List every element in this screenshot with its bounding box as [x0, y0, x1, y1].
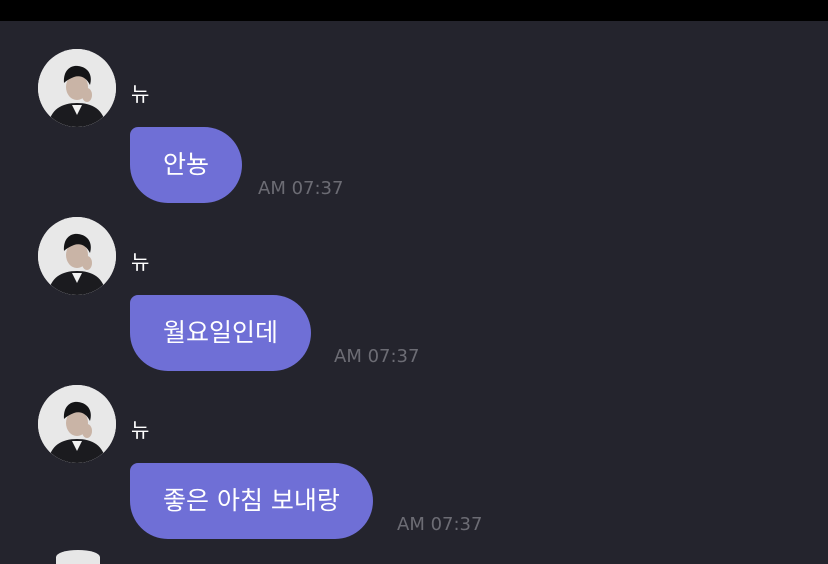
avatar[interactable] [38, 217, 116, 295]
sender-name: 뉴 [131, 82, 150, 106]
profile-photo-icon [38, 385, 116, 463]
sender-name: 뉴 [131, 250, 150, 274]
message-bubble[interactable]: 안뇽 [130, 127, 243, 203]
profile-photo-icon [38, 49, 116, 127]
avatar[interactable] [38, 49, 116, 127]
message-bubble[interactable]: 월요일인데 [130, 295, 312, 371]
message-timestamp: AM 07:37 [397, 514, 483, 535]
message-timestamp: AM 07:37 [334, 346, 420, 367]
sender-name: 뉴 [131, 418, 150, 442]
profile-photo-icon [38, 217, 116, 295]
avatar[interactable] [56, 550, 100, 564]
avatar[interactable] [38, 385, 116, 463]
message-timestamp: AM 07:37 [258, 178, 344, 199]
status-bar [0, 0, 828, 21]
message-bubble[interactable]: 좋은 아침 보내랑 [130, 463, 373, 539]
